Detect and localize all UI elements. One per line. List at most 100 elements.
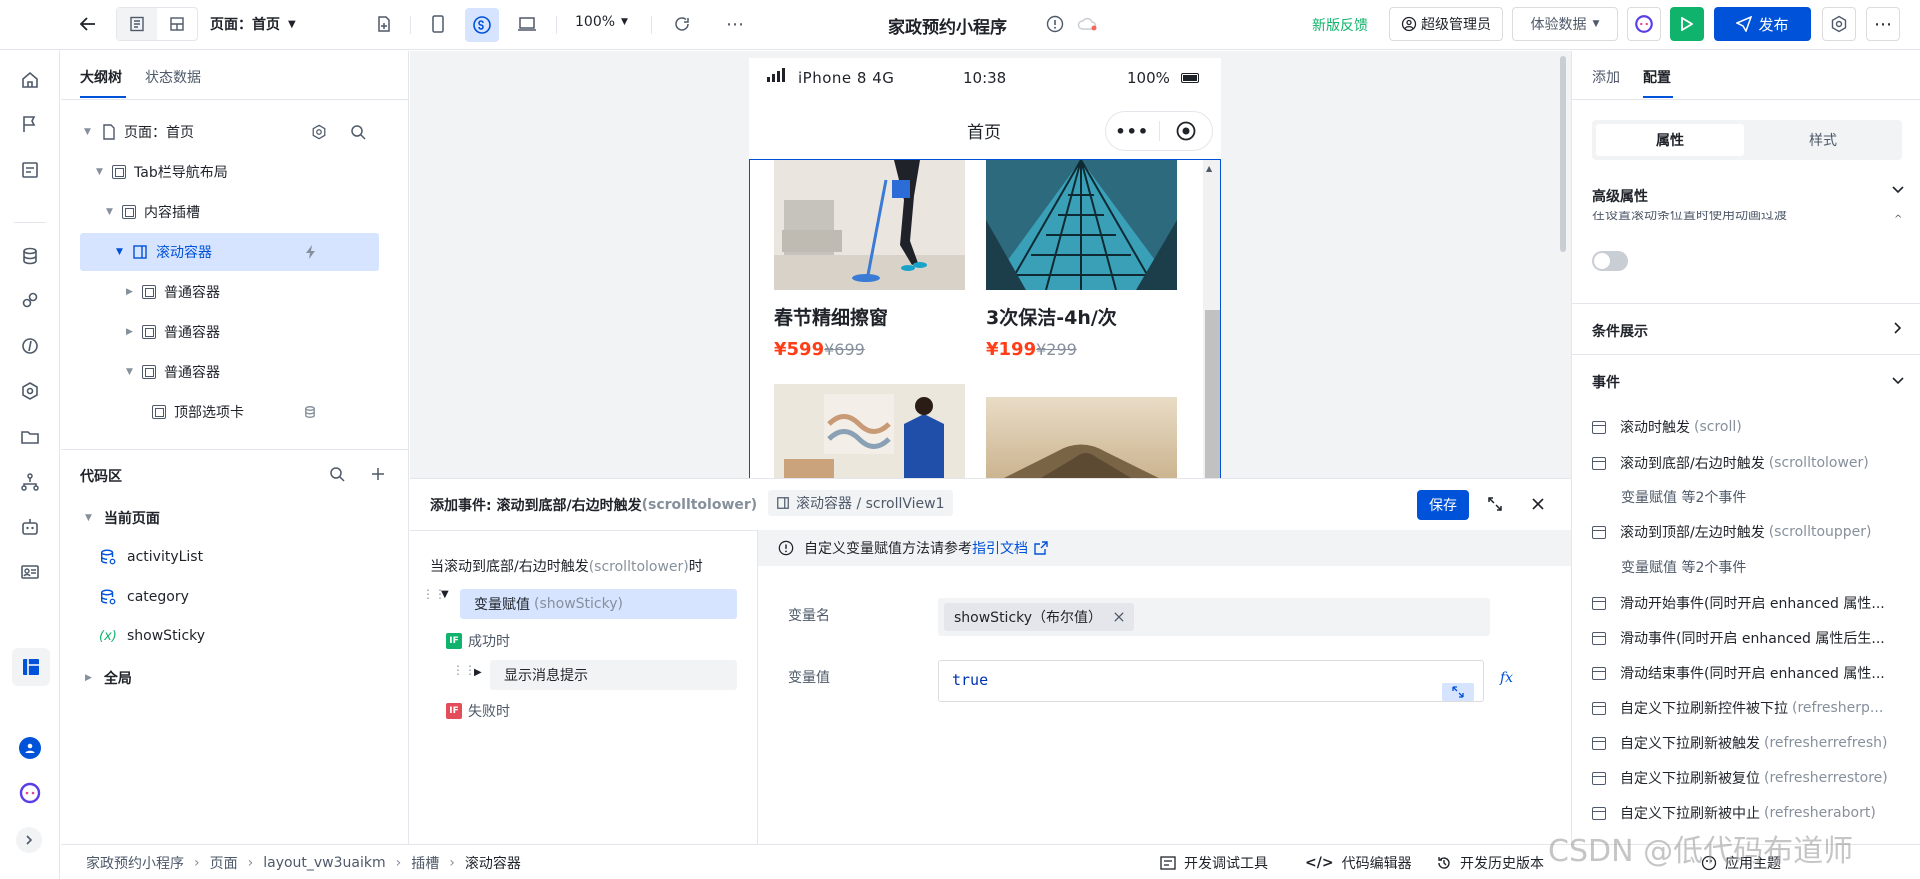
caret-down-icon[interactable]: ▼ xyxy=(441,589,449,600)
tab-state-data[interactable]: 状态数据 xyxy=(145,67,201,87)
folder-icon[interactable] xyxy=(16,423,44,451)
more-icon[interactable]: ⋯ xyxy=(723,12,747,36)
close-icon[interactable] xyxy=(1527,493,1549,515)
event-sub-actions[interactable]: 变量赋值 等2个事件 xyxy=(1621,553,1746,581)
assistant-icon[interactable] xyxy=(19,782,41,804)
outline-view-icon[interactable] xyxy=(117,8,157,40)
capsule-more-icon[interactable]: ••• xyxy=(1106,122,1159,141)
search-icon[interactable] xyxy=(329,466,345,482)
robot-icon[interactable] xyxy=(16,513,44,541)
tip-link[interactable]: 指引文档 xyxy=(972,538,1028,558)
event-item[interactable]: 自定义下拉刷新被中止 (refresherabort) xyxy=(1592,799,1902,827)
event-item[interactable]: 自定义下拉刷新被复位 (refresherrestore) xyxy=(1592,764,1902,792)
flow-icon[interactable] xyxy=(16,468,44,496)
breadcrumb-item[interactable]: 插槽 xyxy=(411,853,439,873)
segment-props[interactable]: 属性 xyxy=(1596,124,1744,156)
code-item-category[interactable]: category xyxy=(99,588,189,606)
scroll-container-preview[interactable]: ▲ 春节精细擦窗 ¥599 ¥699 3次保洁-4h/次 ¥199 ¥299 xyxy=(749,159,1221,478)
api-icon[interactable] xyxy=(16,332,44,360)
breadcrumb-item[interactable]: layout_vw3uaikm xyxy=(263,855,385,871)
page-selector[interactable]: 页面：首页 ▼ xyxy=(210,14,296,34)
event-item[interactable]: 滚动时触发 (scroll) xyxy=(1592,413,1902,441)
event-item[interactable]: 滑动结束事件(同时开启 enhanced 属性... xyxy=(1592,659,1902,687)
animation-toggle[interactable] xyxy=(1592,251,1628,271)
tab-config[interactable]: 配置 xyxy=(1643,67,1671,87)
chevron-up-icon[interactable]: ^ xyxy=(1894,214,1902,225)
event-item[interactable]: 自定义下拉刷新控件被下拉 (refresherp... xyxy=(1592,694,1902,722)
info-icon[interactable] xyxy=(1045,14,1065,34)
layout-icon[interactable] xyxy=(12,648,50,686)
external-link-icon[interactable] xyxy=(1034,541,1048,555)
lightning-icon[interactable] xyxy=(304,244,318,260)
form-icon[interactable] xyxy=(16,156,44,184)
refresh-icon[interactable] xyxy=(670,12,694,36)
code-item-showsticky[interactable]: (x) showSticky xyxy=(99,628,205,644)
chevron-down-icon[interactable] xyxy=(1892,377,1904,385)
event-sub-actions[interactable]: 变量赋值 等2个事件 xyxy=(1621,483,1746,511)
tree-node-container[interactable]: ▶ 普通容器 xyxy=(80,273,379,311)
code-editor-button[interactable]: </> 代码编辑器 xyxy=(1305,853,1412,873)
settings-button[interactable] xyxy=(1822,7,1856,41)
event-item[interactable]: 滚动到顶部/左边时触发 (scrolltoupper) xyxy=(1592,518,1902,546)
search-icon[interactable] xyxy=(350,124,366,140)
history-button[interactable]: 开发历史版本 xyxy=(1436,853,1544,873)
link-icon[interactable] xyxy=(16,286,44,314)
function-fx-icon[interactable]: fx xyxy=(1500,670,1513,686)
capsule-menu[interactable]: ••• xyxy=(1105,111,1213,151)
chevron-down-icon[interactable] xyxy=(1892,186,1904,194)
close-icon[interactable] xyxy=(1114,612,1124,622)
fullscreen-icon[interactable] xyxy=(1484,493,1506,515)
drag-handle-icon[interactable]: ⋮⋮ xyxy=(452,664,476,683)
section-events[interactable]: 事件 xyxy=(1592,372,1620,392)
breadcrumb-item[interactable]: 页面 xyxy=(210,853,238,873)
caret-right-icon[interactable]: ▶ xyxy=(474,667,482,678)
run-preview-button[interactable] xyxy=(1670,7,1704,41)
flag-icon[interactable] xyxy=(16,110,44,138)
admin-button[interactable]: 超级管理员 xyxy=(1389,7,1503,41)
tree-node-top-tabs[interactable]: 顶部选项卡 xyxy=(80,393,379,431)
tree-node-tab-layout[interactable]: ▼ Tab栏导航布局 xyxy=(80,153,379,191)
hexagon-icon[interactable] xyxy=(16,377,44,405)
back-arrow-icon[interactable] xyxy=(76,12,100,36)
action-assign-variable[interactable]: 变量赋值 (showSticky) xyxy=(460,589,737,619)
desktop-device-icon[interactable] xyxy=(515,12,539,36)
var-name-field[interactable]: showSticky（布尔值） xyxy=(938,598,1490,636)
miniprogram-device-icon[interactable] xyxy=(465,8,499,42)
user-avatar-icon[interactable] xyxy=(19,737,41,759)
event-item[interactable]: 自定义下拉刷新被触发 (refresherrefresh) xyxy=(1592,729,1902,757)
capsule-close-icon[interactable] xyxy=(1160,121,1213,141)
event-item[interactable]: 滑动开始事件(同时开启 enhanced 属性... xyxy=(1592,589,1902,617)
feedback-link[interactable]: 新版反馈 xyxy=(1312,15,1368,35)
action-show-toast[interactable]: 显示消息提示 xyxy=(490,660,737,690)
event-item[interactable]: 滑动事件(同时开启 enhanced 属性后生... xyxy=(1592,624,1902,652)
tree-node-container[interactable]: ▼ 普通容器 xyxy=(80,353,379,391)
add-icon[interactable] xyxy=(371,467,385,481)
ai-assistant-button[interactable] xyxy=(1627,7,1661,41)
code-item-activitylist[interactable]: activityList xyxy=(99,548,203,566)
zoom-select[interactable]: 100% ▼ xyxy=(575,14,628,30)
devtools-button[interactable]: 开发调试工具 xyxy=(1160,853,1268,873)
more-menu-button[interactable]: ⋯ xyxy=(1866,7,1900,41)
section-advanced[interactable]: 高级属性 xyxy=(1592,186,1648,206)
publish-button[interactable]: 发布 xyxy=(1714,7,1811,41)
tree-node-content-slot[interactable]: ▼ 内容插槽 xyxy=(80,193,379,231)
tab-outline[interactable]: 大纲树 xyxy=(80,67,122,87)
tree-node-page[interactable]: ▼ 页面：首页 xyxy=(80,113,379,151)
mobile-device-icon[interactable] xyxy=(426,12,450,36)
scroll-up-arrow-icon[interactable]: ▲ xyxy=(1206,164,1212,173)
var-value-editor[interactable]: true xyxy=(938,660,1484,702)
grid-view-icon[interactable] xyxy=(157,8,197,40)
breadcrumb-item[interactable]: 家政预约小程序 xyxy=(86,853,184,873)
data-mode-select[interactable]: 体验数据 ▼ xyxy=(1512,7,1618,41)
add-page-icon[interactable] xyxy=(372,12,396,36)
chevron-right-icon[interactable] xyxy=(1894,322,1902,334)
tree-node-container[interactable]: ▶ 普通容器 xyxy=(80,313,379,351)
preview-scrollbar-thumb[interactable] xyxy=(1205,310,1220,478)
save-button[interactable]: 保存 xyxy=(1417,490,1469,520)
breadcrumb-item[interactable]: 滚动容器 xyxy=(465,853,521,873)
database-icon[interactable] xyxy=(16,242,44,270)
drag-handle-icon[interactable]: ⋮⋮ xyxy=(422,588,446,607)
tab-add[interactable]: 添加 xyxy=(1592,67,1620,87)
id-card-icon[interactable] xyxy=(16,558,44,586)
gear-icon[interactable] xyxy=(311,124,327,140)
